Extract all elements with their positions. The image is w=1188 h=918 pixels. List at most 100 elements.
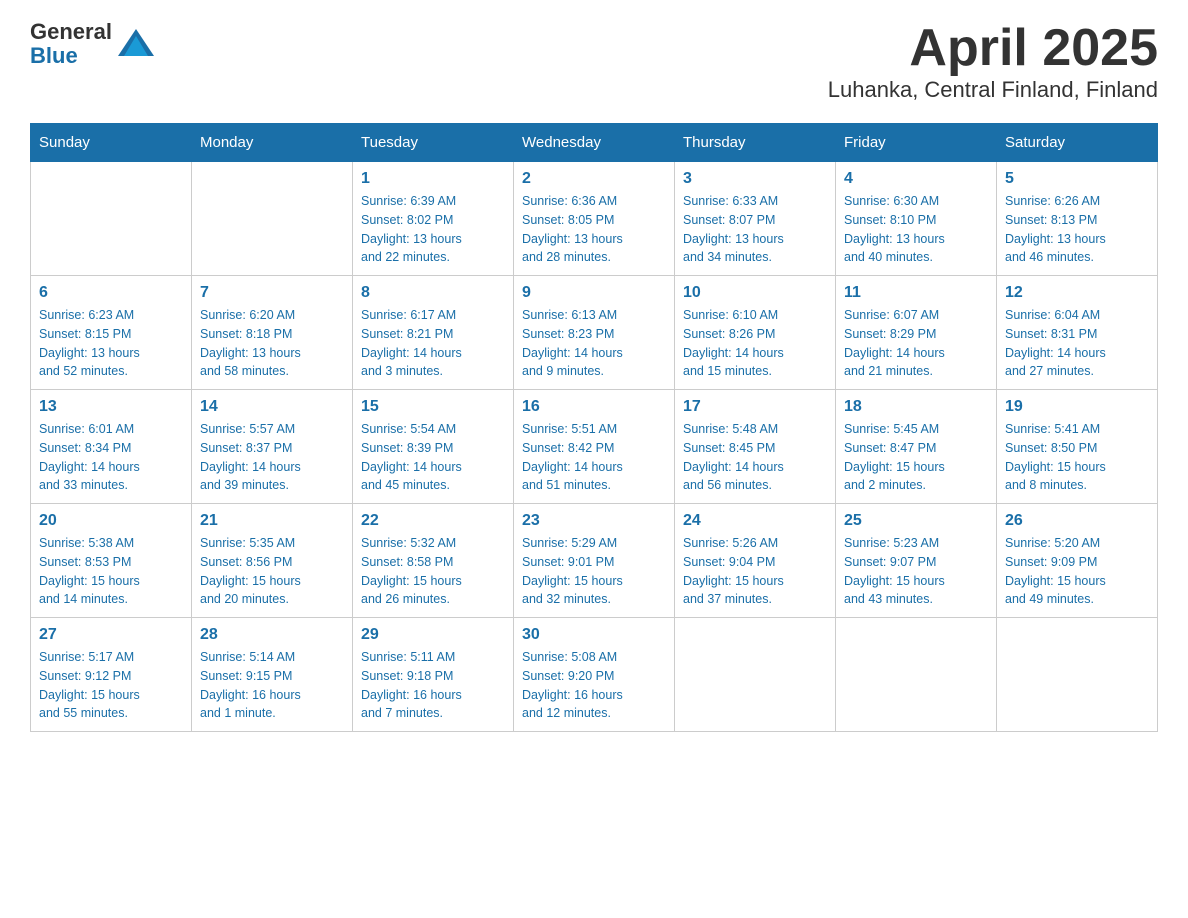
calendar-header: Sunday Monday Tuesday Wednesday Thursday… <box>31 124 1158 162</box>
day-info: Sunrise: 6:30 AM Sunset: 8:10 PM Dayligh… <box>844 192 988 267</box>
logo-icon <box>116 24 156 64</box>
day-info: Sunrise: 5:20 AM Sunset: 9:09 PM Dayligh… <box>1005 534 1149 609</box>
day-number: 29 <box>361 626 505 644</box>
calendar-cell: 13 Sunrise: 6:01 AM Sunset: 8:34 PM Dayli… <box>31 390 192 504</box>
calendar-cell: 6 Sunrise: 6:23 AM Sunset: 8:15 PM Daylig… <box>31 276 192 390</box>
day-number: 13 <box>39 398 183 416</box>
calendar-cell: 12 Sunrise: 6:04 AM Sunset: 8:31 PM Dayli… <box>997 276 1158 390</box>
day-number: 21 <box>200 512 344 530</box>
day-info: Sunrise: 5:51 AM Sunset: 8:42 PM Dayligh… <box>522 420 666 495</box>
calendar-cell: 29 Sunrise: 5:11 AM Sunset: 9:18 PM Dayli… <box>353 618 514 732</box>
calendar-cell: 28 Sunrise: 5:14 AM Sunset: 9:15 PM Dayli… <box>192 618 353 732</box>
calendar-cell: 22 Sunrise: 5:32 AM Sunset: 8:58 PM Dayli… <box>353 504 514 618</box>
calendar-cell: 11 Sunrise: 6:07 AM Sunset: 8:29 PM Dayli… <box>836 276 997 390</box>
day-info: Sunrise: 5:08 AM Sunset: 9:20 PM Dayligh… <box>522 648 666 723</box>
calendar-cell: 3 Sunrise: 6:33 AM Sunset: 8:07 PM Daylig… <box>675 162 836 276</box>
day-info: Sunrise: 5:48 AM Sunset: 8:45 PM Dayligh… <box>683 420 827 495</box>
calendar-cell <box>192 162 353 276</box>
col-monday: Monday <box>192 124 353 162</box>
day-info: Sunrise: 6:07 AM Sunset: 8:29 PM Dayligh… <box>844 306 988 381</box>
day-number: 25 <box>844 512 988 530</box>
day-info: Sunrise: 6:36 AM Sunset: 8:05 PM Dayligh… <box>522 192 666 267</box>
calendar-cell: 8 Sunrise: 6:17 AM Sunset: 8:21 PM Daylig… <box>353 276 514 390</box>
day-number: 1 <box>361 170 505 188</box>
calendar-cell: 16Sunrise: 5:51 AM Sunset: 8:42 PM Dayli… <box>514 390 675 504</box>
day-info: Sunrise: 6:26 AM Sunset: 8:13 PM Dayligh… <box>1005 192 1149 267</box>
day-number: 10 <box>683 284 827 302</box>
calendar-cell: 27 Sunrise: 5:17 AM Sunset: 9:12 PM Dayli… <box>31 618 192 732</box>
day-info: Sunrise: 5:14 AM Sunset: 9:15 PM Dayligh… <box>200 648 344 723</box>
day-number: 5 <box>1005 170 1149 188</box>
day-info: Sunrise: 5:54 AM Sunset: 8:39 PM Dayligh… <box>361 420 505 495</box>
day-number: 22 <box>361 512 505 530</box>
day-number: 9 <box>522 284 666 302</box>
day-number: 11 <box>844 284 988 302</box>
day-info: Sunrise: 6:01 AM Sunset: 8:34 PM Dayligh… <box>39 420 183 495</box>
day-info: Sunrise: 6:13 AM Sunset: 8:23 PM Dayligh… <box>522 306 666 381</box>
day-number: 17 <box>683 398 827 416</box>
day-number: 6 <box>39 284 183 302</box>
day-number: 3 <box>683 170 827 188</box>
day-number: 24 <box>683 512 827 530</box>
day-info: Sunrise: 6:39 AM Sunset: 8:02 PM Dayligh… <box>361 192 505 267</box>
calendar-cell: 14Sunrise: 5:57 AM Sunset: 8:37 PM Dayli… <box>192 390 353 504</box>
day-info: Sunrise: 5:11 AM Sunset: 9:18 PM Dayligh… <box>361 648 505 723</box>
calendar-cell: 18 Sunrise: 5:45 AM Sunset: 8:47 PM Dayli… <box>836 390 997 504</box>
day-number: 23 <box>522 512 666 530</box>
day-number: 26 <box>1005 512 1149 530</box>
calendar-cell: 5 Sunrise: 6:26 AM Sunset: 8:13 PM Daylig… <box>997 162 1158 276</box>
calendar-cell: 26 Sunrise: 5:20 AM Sunset: 9:09 PM Dayli… <box>997 504 1158 618</box>
calendar-title: April 2025 <box>828 20 1158 77</box>
page-header: GeneralBlue April 2025 Luhanka, Central … <box>30 20 1158 103</box>
calendar-cell: 30Sunrise: 5:08 AM Sunset: 9:20 PM Dayli… <box>514 618 675 732</box>
title-block: April 2025 Luhanka, Central Finland, Fin… <box>828 20 1158 103</box>
calendar-cell: 25Sunrise: 5:23 AM Sunset: 9:07 PM Dayli… <box>836 504 997 618</box>
calendar-cell <box>675 618 836 732</box>
day-number: 27 <box>39 626 183 644</box>
day-info: Sunrise: 5:57 AM Sunset: 8:37 PM Dayligh… <box>200 420 344 495</box>
col-wednesday: Wednesday <box>514 124 675 162</box>
day-number: 20 <box>39 512 183 530</box>
logo: GeneralBlue <box>30 20 156 68</box>
calendar-body: 1 Sunrise: 6:39 AM Sunset: 8:02 PM Daylig… <box>31 162 1158 732</box>
col-friday: Friday <box>836 124 997 162</box>
calendar-cell: 9 Sunrise: 6:13 AM Sunset: 8:23 PM Daylig… <box>514 276 675 390</box>
header-row: Sunday Monday Tuesday Wednesday Thursday… <box>31 124 1158 162</box>
day-number: 4 <box>844 170 988 188</box>
calendar-table: Sunday Monday Tuesday Wednesday Thursday… <box>30 123 1158 732</box>
day-info: Sunrise: 5:26 AM Sunset: 9:04 PM Dayligh… <box>683 534 827 609</box>
day-info: Sunrise: 5:41 AM Sunset: 8:50 PM Dayligh… <box>1005 420 1149 495</box>
calendar-cell: 23 Sunrise: 5:29 AM Sunset: 9:01 PM Dayli… <box>514 504 675 618</box>
day-number: 28 <box>200 626 344 644</box>
col-saturday: Saturday <box>997 124 1158 162</box>
day-number: 7 <box>200 284 344 302</box>
calendar-subtitle: Luhanka, Central Finland, Finland <box>828 77 1158 103</box>
calendar-week-3: 13 Sunrise: 6:01 AM Sunset: 8:34 PM Dayli… <box>31 390 1158 504</box>
logo-text: GeneralBlue <box>30 20 112 68</box>
day-info: Sunrise: 5:29 AM Sunset: 9:01 PM Dayligh… <box>522 534 666 609</box>
calendar-cell: 20Sunrise: 5:38 AM Sunset: 8:53 PM Dayli… <box>31 504 192 618</box>
calendar-week-2: 6 Sunrise: 6:23 AM Sunset: 8:15 PM Daylig… <box>31 276 1158 390</box>
calendar-cell: 19Sunrise: 5:41 AM Sunset: 8:50 PM Dayli… <box>997 390 1158 504</box>
day-info: Sunrise: 5:45 AM Sunset: 8:47 PM Dayligh… <box>844 420 988 495</box>
day-info: Sunrise: 6:23 AM Sunset: 8:15 PM Dayligh… <box>39 306 183 381</box>
calendar-week-4: 20Sunrise: 5:38 AM Sunset: 8:53 PM Dayli… <box>31 504 1158 618</box>
calendar-cell: 7Sunrise: 6:20 AM Sunset: 8:18 PM Daylig… <box>192 276 353 390</box>
calendar-cell: 1 Sunrise: 6:39 AM Sunset: 8:02 PM Daylig… <box>353 162 514 276</box>
day-info: Sunrise: 6:33 AM Sunset: 8:07 PM Dayligh… <box>683 192 827 267</box>
day-number: 18 <box>844 398 988 416</box>
day-info: Sunrise: 5:32 AM Sunset: 8:58 PM Dayligh… <box>361 534 505 609</box>
day-info: Sunrise: 6:17 AM Sunset: 8:21 PM Dayligh… <box>361 306 505 381</box>
calendar-cell: 21 Sunrise: 5:35 AM Sunset: 8:56 PM Dayli… <box>192 504 353 618</box>
day-info: Sunrise: 5:35 AM Sunset: 8:56 PM Dayligh… <box>200 534 344 609</box>
day-number: 12 <box>1005 284 1149 302</box>
day-number: 8 <box>361 284 505 302</box>
calendar-cell: 10Sunrise: 6:10 AM Sunset: 8:26 PM Dayli… <box>675 276 836 390</box>
day-info: Sunrise: 6:04 AM Sunset: 8:31 PM Dayligh… <box>1005 306 1149 381</box>
day-number: 15 <box>361 398 505 416</box>
calendar-cell <box>836 618 997 732</box>
calendar-week-1: 1 Sunrise: 6:39 AM Sunset: 8:02 PM Daylig… <box>31 162 1158 276</box>
day-info: Sunrise: 5:17 AM Sunset: 9:12 PM Dayligh… <box>39 648 183 723</box>
calendar-week-5: 27 Sunrise: 5:17 AM Sunset: 9:12 PM Dayli… <box>31 618 1158 732</box>
calendar-cell: 2Sunrise: 6:36 AM Sunset: 8:05 PM Daylig… <box>514 162 675 276</box>
